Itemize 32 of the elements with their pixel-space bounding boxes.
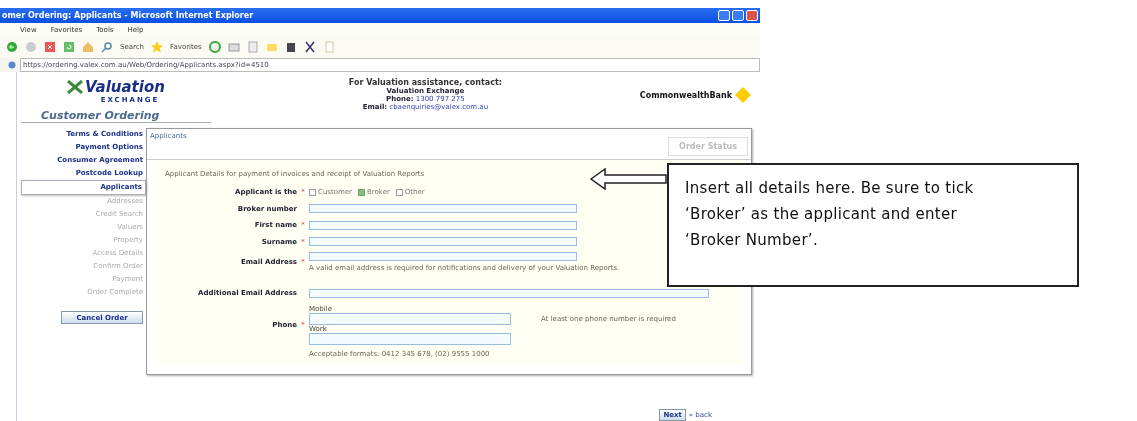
history-icon[interactable] bbox=[208, 41, 221, 53]
contact-title: For Valuation assistance, contact: bbox=[348, 78, 502, 87]
callout-text: ‘Broker’ as the applicant and enter bbox=[685, 205, 958, 223]
checkbox[interactable] bbox=[358, 188, 365, 196]
minimize-button[interactable] bbox=[718, 10, 730, 21]
close-button[interactable] bbox=[746, 10, 758, 21]
window-title: omer Ordering: Applicants - Microsoft Internet Explorer bbox=[2, 11, 255, 20]
input-field[interactable] bbox=[309, 204, 577, 214]
refresh-icon[interactable] bbox=[63, 41, 75, 53]
search-icon[interactable] bbox=[101, 41, 113, 53]
home-icon[interactable] bbox=[82, 41, 94, 53]
bank-logo-text: CommonwealthBank bbox=[639, 90, 732, 100]
diamond-logo-icon bbox=[734, 86, 752, 104]
input-field[interactable] bbox=[309, 332, 511, 345]
checkbox[interactable] bbox=[309, 188, 316, 196]
maximize-button[interactable] bbox=[732, 10, 744, 21]
input-field[interactable] bbox=[309, 237, 577, 247]
back-icon[interactable] bbox=[6, 41, 18, 53]
input-field[interactable] bbox=[309, 252, 577, 261]
x-logo-icon bbox=[67, 80, 84, 94]
input-field[interactable] bbox=[309, 312, 511, 325]
forward-icon[interactable] bbox=[25, 41, 37, 53]
order-status-box: Order Status bbox=[668, 137, 748, 156]
app-title: Customer Ordering bbox=[41, 109, 160, 122]
stop-icon[interactable] bbox=[44, 41, 56, 53]
star-icon[interactable] bbox=[151, 41, 164, 53]
input-field[interactable] bbox=[309, 220, 577, 230]
callout-text: ‘Broker Number’. bbox=[685, 231, 819, 249]
callout-text: Insert all details here. Be sure to tick bbox=[685, 179, 975, 197]
input-field[interactable] bbox=[309, 288, 709, 298]
logo-text: Valuation bbox=[85, 78, 165, 96]
checkbox[interactable] bbox=[395, 188, 403, 196]
